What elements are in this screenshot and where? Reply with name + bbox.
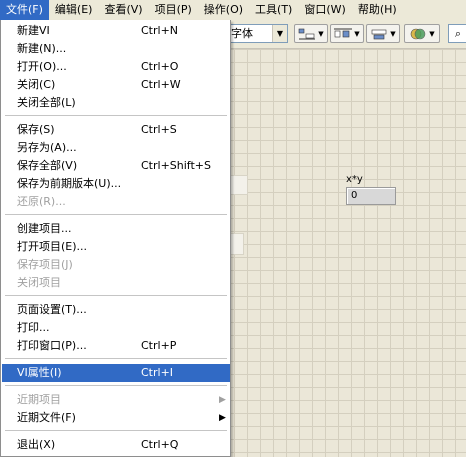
menu-item-label: 保存(S) (17, 123, 55, 136)
resize-objects-icon (371, 29, 387, 39)
menu-item-label: 关闭全部(L) (17, 96, 76, 109)
search-icon[interactable]: ⌕ (448, 24, 466, 43)
menu-help[interactable]: 帮助(H) (352, 0, 403, 20)
submenu-arrow-icon: ▶ (219, 395, 226, 405)
menu-item-shortcut: Ctrl+Shift+S (141, 159, 211, 172)
menu-item-label: 打开(O)... (17, 60, 67, 73)
reorder-icon (410, 28, 426, 39)
menu-item-label: 另存为(A)... (17, 141, 77, 154)
menu-item-label: 页面设置(T)... (17, 303, 87, 316)
menu-item-label: 保存项目(J) (17, 258, 73, 271)
menu-separator (5, 295, 227, 296)
menu-item-new[interactable]: 新建(N)... (2, 40, 230, 58)
menu-item-label: 近期文件(F) (17, 411, 76, 424)
menu-item-close-all[interactable]: 关闭全部(L) (2, 94, 230, 112)
menu-window[interactable]: 窗口(W) (298, 0, 351, 20)
menu-item-print[interactable]: 打印... (2, 319, 230, 337)
menu-item-shortcut: Ctrl+O (141, 60, 179, 73)
menu-item-label: 打印窗口(P)... (17, 339, 87, 352)
menu-item-vi-properties[interactable]: VI属性(I) Ctrl+I (2, 364, 230, 382)
menu-separator (5, 430, 227, 431)
menu-item-label: 创建项目... (17, 222, 72, 235)
menu-item-recent-projects: 近期项目 ▶ (2, 391, 230, 409)
menu-file[interactable]: 文件(F) (0, 0, 49, 20)
menu-item-label: 关闭(C) (17, 78, 56, 91)
menu-item-label: 新建VI (17, 24, 50, 37)
menu-item-shortcut: Ctrl+N (141, 24, 179, 37)
menu-item-create-project[interactable]: 创建项目... (2, 220, 230, 238)
menu-item-label: 保存全部(V) (17, 159, 78, 172)
menu-item-label: 新建(N)... (17, 42, 67, 55)
chevron-down-icon: ▼ (390, 29, 396, 38)
chevron-down-icon: ▼ (354, 29, 360, 38)
file-menu: 新建VI Ctrl+N 新建(N)... 打开(O)... Ctrl+O 关闭(… (0, 20, 231, 457)
menu-item-page-setup[interactable]: 页面设置(T)... (2, 301, 230, 319)
align-objects-button[interactable]: ▼ (294, 24, 328, 43)
menu-item-save-previous-version[interactable]: 保存为前期版本(U)... (2, 175, 230, 193)
menu-item-revert: 还原(R)... (2, 193, 230, 211)
distribute-objects-icon (334, 28, 353, 37)
menu-separator (5, 385, 227, 386)
menu-item-label: 关闭项目 (17, 276, 61, 289)
indicator-label: x*y (346, 174, 363, 185)
menu-item-shortcut: Ctrl+I (141, 366, 174, 379)
submenu-arrow-icon: ▶ (219, 413, 226, 423)
menu-item-label: 近期项目 (17, 393, 61, 406)
menu-item-new-vi[interactable]: 新建VI Ctrl+N (2, 22, 230, 40)
menu-item-save[interactable]: 保存(S) Ctrl+S (2, 121, 230, 139)
menu-item-recent-files[interactable]: 近期文件(F) ▶ (2, 409, 230, 427)
menu-project[interactable]: 项目(P) (149, 0, 198, 20)
menu-separator (5, 214, 227, 215)
menu-item-open-project[interactable]: 打开项目(E)... (2, 238, 230, 256)
chevron-down-icon: ▼ (429, 29, 435, 38)
chevron-down-icon: ▼ (272, 25, 287, 42)
menu-item-close-project: 关闭项目 (2, 274, 230, 292)
menu-item-label: 打开项目(E)... (17, 240, 88, 253)
menu-item-label: VI属性(I) (17, 366, 62, 379)
menu-item-open[interactable]: 打开(O)... Ctrl+O (2, 58, 230, 76)
menu-item-close[interactable]: 关闭(C) Ctrl+W (2, 76, 230, 94)
menu-tools[interactable]: 工具(T) (249, 0, 298, 20)
menu-edit[interactable]: 编辑(E) (49, 0, 99, 20)
menu-item-shortcut: Ctrl+S (141, 123, 177, 136)
menu-item-label: 退出(X) (17, 438, 56, 451)
menu-item-shortcut: Ctrl+P (141, 339, 177, 352)
menu-item-label: 还原(R)... (17, 195, 66, 208)
menu-item-shortcut: Ctrl+W (141, 78, 181, 91)
chevron-down-icon: ▼ (318, 29, 324, 38)
menu-item-label: 保存为前期版本(U)... (17, 177, 122, 190)
align-objects-icon (298, 28, 316, 39)
menu-item-label: 打印... (17, 321, 50, 334)
menu-separator (5, 115, 227, 116)
font-select[interactable]: 字体 ▼ (226, 24, 288, 43)
menu-view[interactable]: 查看(V) (98, 0, 148, 20)
menu-item-save-as[interactable]: 另存为(A)... (2, 139, 230, 157)
menu-operate[interactable]: 操作(O) (198, 0, 249, 20)
control-y[interactable] (230, 233, 244, 255)
resize-objects-button[interactable]: ▼ (366, 24, 400, 43)
menu-separator (5, 358, 227, 359)
numeric-indicator[interactable]: 0 (346, 187, 396, 205)
control-x[interactable] (230, 175, 248, 195)
font-select-value: 字体 (231, 27, 253, 40)
reorder-button[interactable]: ▼ (404, 24, 440, 43)
menu-item-save-project: 保存项目(J) (2, 256, 230, 274)
menu-item-shortcut: Ctrl+Q (141, 438, 179, 451)
menu-bar: 文件(F) 编辑(E) 查看(V) 项目(P) 操作(O) 工具(T) 窗口(W… (0, 0, 466, 21)
menu-item-print-window[interactable]: 打印窗口(P)... Ctrl+P (2, 337, 230, 355)
menu-item-exit[interactable]: 退出(X) Ctrl+Q (2, 436, 230, 454)
distribute-objects-button[interactable]: ▼ (330, 24, 364, 43)
menu-item-save-all[interactable]: 保存全部(V) Ctrl+Shift+S (2, 157, 230, 175)
